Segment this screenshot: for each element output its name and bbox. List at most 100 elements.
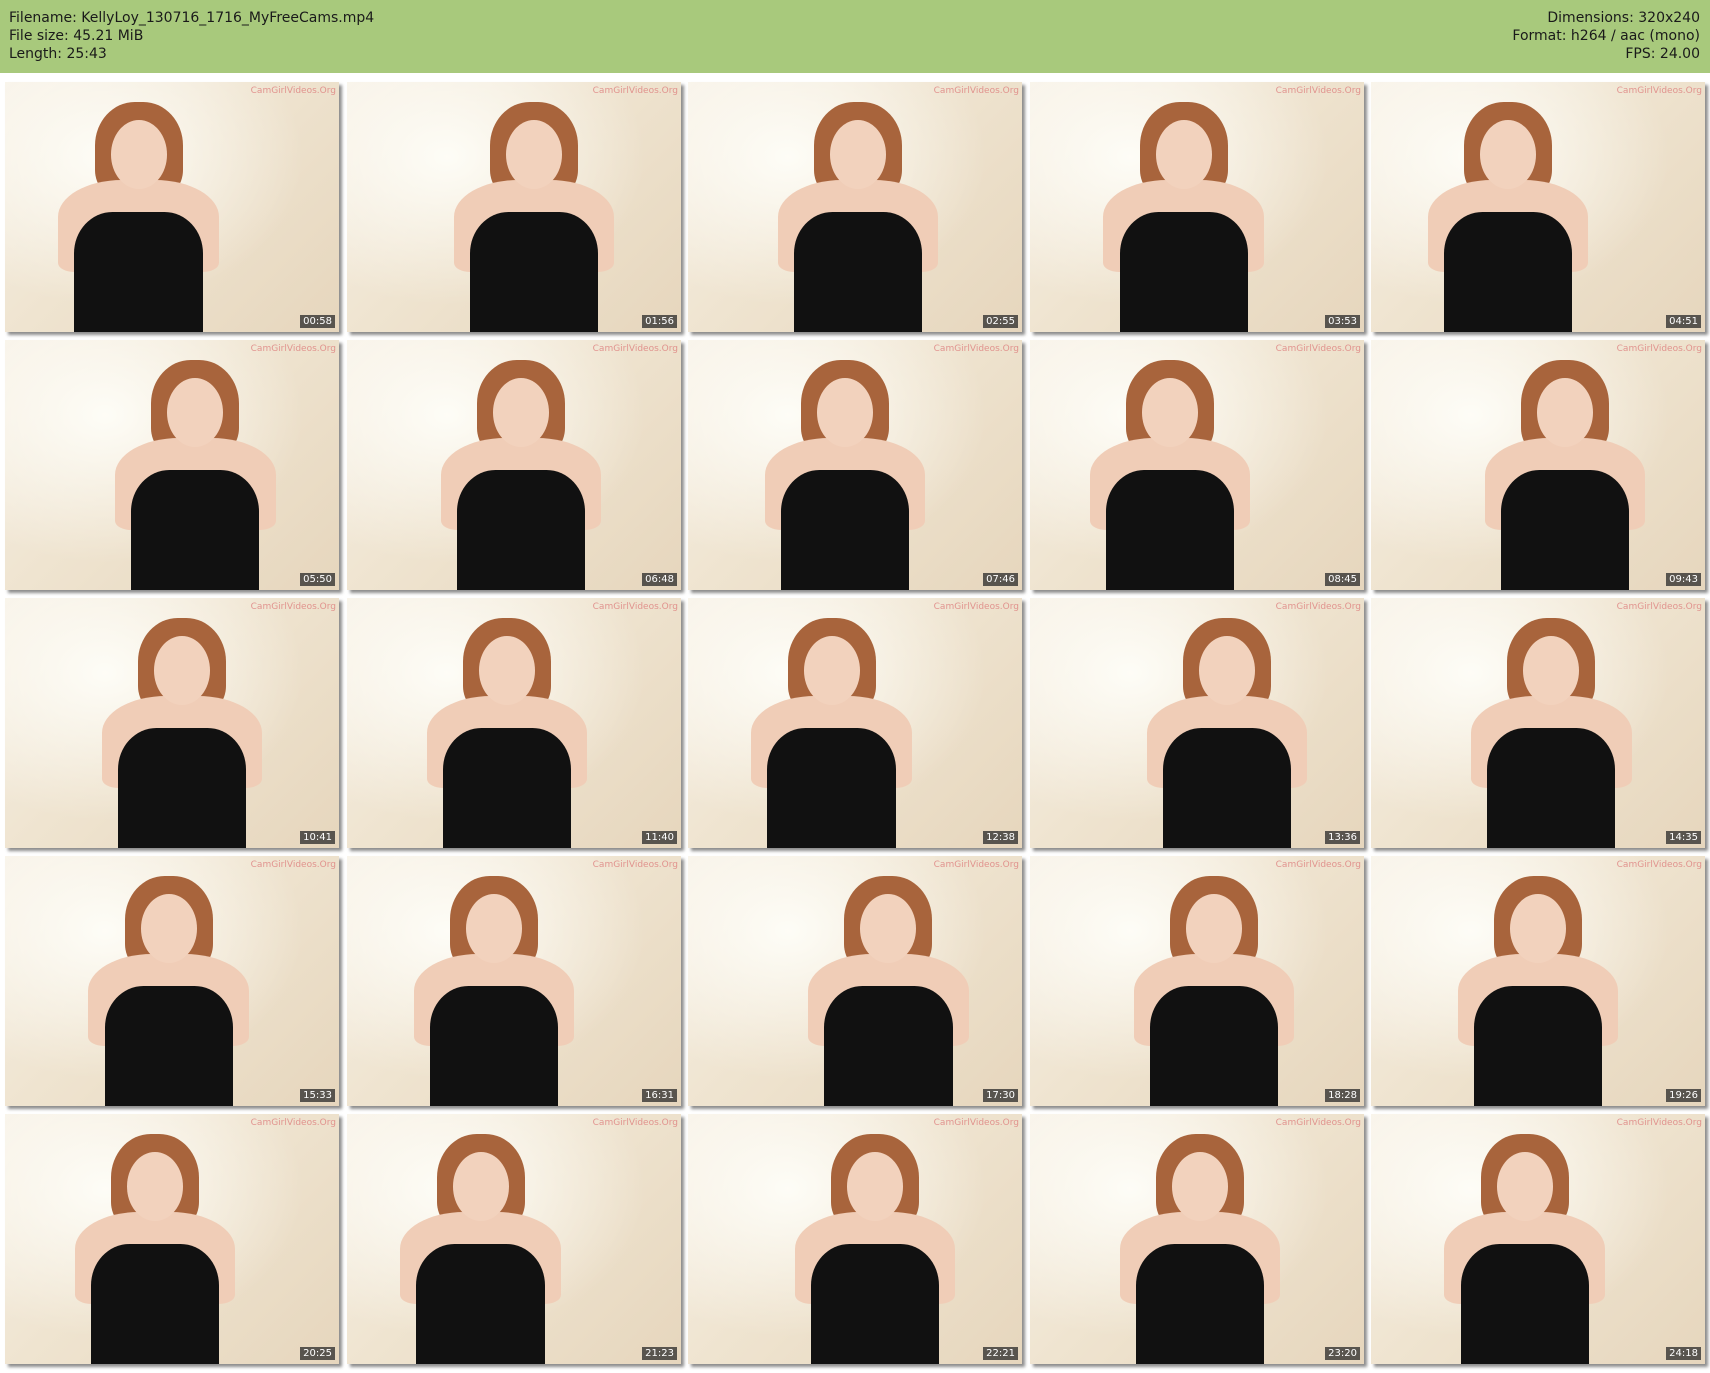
- thumbnail-frame: CamGirlVideos.Org 21:23: [347, 1114, 681, 1364]
- subject-face: [492, 378, 549, 448]
- timestamp-label: 24:18: [1666, 1347, 1701, 1360]
- thumbnail-frame: CamGirlVideos.Org 19:26: [1371, 856, 1705, 1106]
- frame-subject: [38, 102, 238, 332]
- timestamp-label: 05:50: [300, 573, 335, 586]
- timestamp-label: 00:58: [300, 315, 335, 328]
- thumbnail-frame: CamGirlVideos.Org 01:56: [347, 82, 681, 332]
- subject-top: [794, 212, 923, 332]
- thumbnail-frame: CamGirlVideos.Org 22:21: [688, 1114, 1022, 1364]
- frame-subject: [407, 618, 607, 848]
- subject-face: [816, 378, 874, 448]
- thumbnail-frame: CamGirlVideos.Org 12:38: [688, 598, 1022, 848]
- watermark-label: CamGirlVideos.Org: [1616, 860, 1702, 870]
- thumbnail-frame: CamGirlVideos.Org 06:48: [347, 340, 681, 590]
- frame-subject: [1127, 618, 1327, 848]
- timestamp-label: 01:56: [642, 315, 677, 328]
- thumbnail-frame: CamGirlVideos.Org 02:55: [688, 82, 1022, 332]
- watermark-label: CamGirlVideos.Org: [592, 602, 678, 612]
- watermark-label: CamGirlVideos.Org: [592, 860, 678, 870]
- subject-top: [1119, 212, 1248, 332]
- watermark-label: CamGirlVideos.Org: [1275, 602, 1361, 612]
- subject-face: [1496, 1152, 1553, 1222]
- thumbnail-frame: CamGirlVideos.Org 14:35: [1371, 598, 1705, 848]
- frame-subject: [1451, 618, 1651, 848]
- watermark-label: CamGirlVideos.Org: [1275, 1118, 1361, 1128]
- subject-face: [846, 1152, 904, 1222]
- thumbnail-frame: CamGirlVideos.Org 16:31: [347, 856, 681, 1106]
- frame-subject: [434, 102, 634, 332]
- timestamp-label: 07:46: [983, 573, 1018, 586]
- filesize-label: File size: 45.21 MiB: [9, 28, 144, 44]
- watermark-label: CamGirlVideos.Org: [933, 860, 1019, 870]
- subject-top: [429, 986, 559, 1106]
- subject-face: [465, 894, 522, 964]
- timestamp-label: 04:51: [1666, 315, 1701, 328]
- timestamp-label: 16:31: [642, 1089, 677, 1102]
- thumbnail-frame: CamGirlVideos.Org 07:46: [688, 340, 1022, 590]
- filename-label: Filename: KellyLoy_130716_1716_MyFreeCam…: [9, 10, 375, 26]
- subject-top: [1149, 986, 1278, 1106]
- info-header: Filename: KellyLoy_130716_1716_MyFreeCam…: [0, 0, 1710, 73]
- subject-face: [505, 120, 563, 190]
- subject-top: [1443, 212, 1573, 332]
- timestamp-label: 13:36: [1325, 831, 1360, 844]
- watermark-label: CamGirlVideos.Org: [933, 1118, 1019, 1128]
- watermark-label: CamGirlVideos.Org: [1275, 860, 1361, 870]
- subject-top: [456, 470, 585, 590]
- subject-face: [140, 894, 197, 964]
- frame-subject: [775, 1134, 975, 1364]
- thumbnail-frame: CamGirlVideos.Org 13:36: [1030, 598, 1364, 848]
- frame-subject: [788, 876, 988, 1106]
- subject-face: [1536, 378, 1593, 448]
- subject-top: [117, 728, 247, 848]
- thumbnail-frame: CamGirlVideos.Org 15:33: [5, 856, 339, 1106]
- subject-top: [1500, 470, 1629, 590]
- frame-subject: [380, 1134, 580, 1364]
- fps-label: FPS: 24.00: [1625, 46, 1700, 62]
- frame-subject: [55, 1134, 255, 1364]
- subject-top: [416, 1244, 545, 1364]
- frame-subject: [1465, 360, 1665, 590]
- subject-top: [91, 1244, 220, 1364]
- subject-top: [469, 212, 599, 332]
- thumbnail-frame: CamGirlVideos.Org 18:28: [1030, 856, 1364, 1106]
- subject-top: [443, 728, 572, 848]
- length-label: Length: 25:43: [9, 46, 107, 62]
- subject-top: [780, 470, 910, 590]
- timestamp-label: 09:43: [1666, 573, 1701, 586]
- thumbnail-frame: CamGirlVideos.Org 11:40: [347, 598, 681, 848]
- frame-subject: [420, 360, 620, 590]
- watermark-label: CamGirlVideos.Org: [1616, 1118, 1702, 1128]
- subject-face: [1155, 120, 1212, 190]
- timestamp-label: 20:25: [300, 1347, 335, 1360]
- thumbnail-frame: CamGirlVideos.Org 09:43: [1371, 340, 1705, 590]
- subject-top: [1487, 728, 1616, 848]
- watermark-label: CamGirlVideos.Org: [1616, 602, 1702, 612]
- thumbnail-frame: CamGirlVideos.Org 00:58: [5, 82, 339, 332]
- watermark-label: CamGirlVideos.Org: [1275, 344, 1361, 354]
- watermark-label: CamGirlVideos.Org: [933, 86, 1019, 96]
- timestamp-label: 14:35: [1666, 831, 1701, 844]
- frame-subject: [82, 618, 282, 848]
- frame-subject: [1070, 360, 1270, 590]
- file-info-right: Dimensions: 320x240 Format: h264 / aac (…: [1512, 9, 1700, 63]
- subject-top: [1473, 986, 1603, 1106]
- subject-top: [131, 470, 260, 590]
- file-info-left: Filename: KellyLoy_130716_1716_MyFreeCam…: [9, 9, 374, 63]
- thumbnail-frame: CamGirlVideos.Org 23:20: [1030, 1114, 1364, 1364]
- subject-top: [104, 986, 233, 1106]
- timestamp-label: 23:20: [1325, 1347, 1360, 1360]
- watermark-label: CamGirlVideos.Org: [592, 1118, 678, 1128]
- watermark-label: CamGirlVideos.Org: [1275, 86, 1361, 96]
- watermark-label: CamGirlVideos.Org: [933, 602, 1019, 612]
- subject-face: [1509, 894, 1567, 964]
- frame-subject: [68, 876, 268, 1106]
- timestamp-label: 19:26: [1666, 1089, 1701, 1102]
- frame-subject: [1438, 876, 1638, 1106]
- timestamp-label: 06:48: [642, 573, 677, 586]
- subject-top: [824, 986, 953, 1106]
- subject-face: [1199, 636, 1256, 706]
- frame-subject: [394, 876, 594, 1106]
- thumbnail-frame: CamGirlVideos.Org 08:45: [1030, 340, 1364, 590]
- timestamp-label: 21:23: [642, 1347, 677, 1360]
